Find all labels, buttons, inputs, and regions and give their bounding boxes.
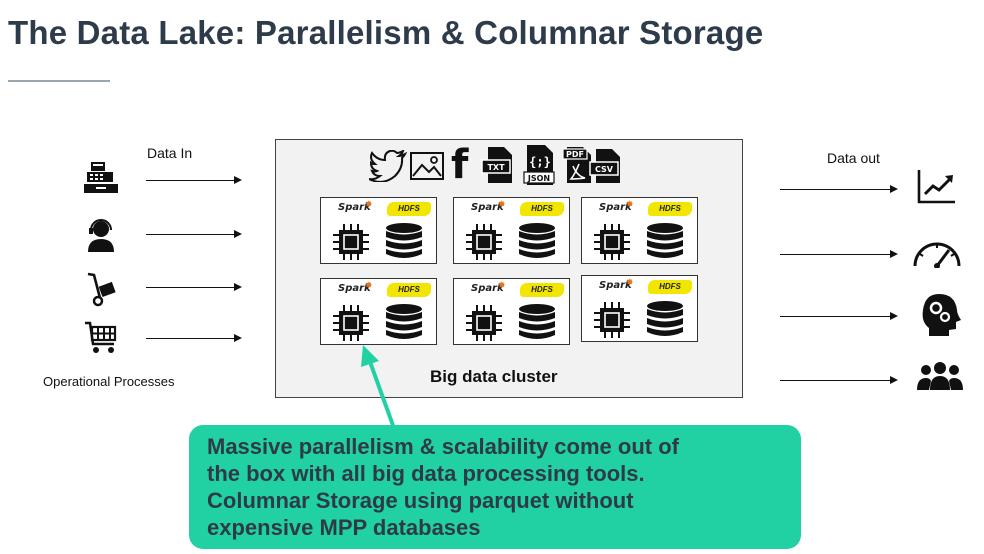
callout-box: Massive parallelism & scalability come o…	[189, 425, 801, 549]
hand-truck-icon	[87, 272, 116, 307]
head-gears-icon	[922, 294, 961, 336]
txt-file-icon: TXT	[481, 147, 512, 183]
group-icon	[917, 362, 963, 390]
spark-star-icon: ✸	[626, 277, 634, 287]
csv-file-icon: CSV	[589, 149, 620, 183]
page-title: The Data Lake: Parallelism & Columnar St…	[8, 14, 764, 51]
spark-star-icon: ✸	[498, 199, 506, 209]
cash-register-icon	[84, 162, 118, 193]
hdfs-logo: HDFS	[648, 202, 692, 216]
data-out-arrow-4	[780, 375, 898, 384]
database-icon	[519, 304, 555, 339]
shopping-cart-icon	[85, 321, 117, 353]
spark-star-icon: ✸	[626, 199, 634, 209]
pdf-label: PDF	[566, 150, 584, 159]
cpu-chip-icon	[333, 305, 369, 341]
hdfs-logo: HDFS	[387, 202, 431, 216]
data-in-arrow-3	[146, 282, 242, 291]
data-in-arrow-2	[146, 229, 242, 238]
hdfs-logo: HDFS	[520, 202, 564, 216]
hdfs-logo: HDFS	[520, 283, 564, 297]
facebook-icon: f	[451, 142, 469, 188]
spark-star-icon: ✸	[365, 199, 373, 209]
cluster-node-1: Spark ✸ HDFS	[320, 197, 437, 264]
callout-text: Massive parallelism & scalability come o…	[207, 434, 679, 540]
database-icon	[386, 223, 422, 258]
cluster-label: Big data cluster	[430, 367, 558, 386]
cpu-chip-icon	[594, 224, 630, 260]
cpu-chip-icon	[333, 224, 369, 260]
cluster-node-4: Spark ✸ HDFS	[320, 278, 437, 345]
cluster-node-5: Spark ✸ HDFS	[453, 278, 570, 345]
cpu-chip-icon	[466, 224, 502, 260]
database-icon	[519, 223, 555, 258]
cpu-chip-icon	[466, 305, 502, 341]
data-out-arrow-1	[780, 184, 898, 193]
data-out-arrow-3	[780, 311, 898, 320]
gauge-icon	[913, 242, 961, 268]
line-chart-icon	[917, 170, 955, 204]
hdfs-logo: HDFS	[387, 283, 431, 297]
data-in-arrow-4	[146, 333, 242, 342]
database-icon	[386, 304, 422, 339]
json-file-icon: {;} JSON	[523, 145, 555, 185]
svg-text:{;}: {;}	[529, 155, 551, 169]
txt-label: TXT	[487, 163, 505, 172]
database-icon	[647, 301, 683, 336]
callout-pointer-arrow	[361, 345, 397, 432]
data-in-label: Data In	[147, 145, 193, 161]
spark-star-icon: ✸	[365, 280, 373, 290]
database-icon	[647, 223, 683, 258]
customer-support-icon	[88, 219, 114, 252]
cluster-node-6: Spark ✸ HDFS	[581, 275, 698, 342]
operational-processes-label: Operational Processes	[43, 374, 175, 389]
cluster-node-2: Spark ✸ HDFS	[453, 197, 570, 264]
twitter-icon	[369, 150, 407, 182]
hdfs-logo: HDFS	[648, 280, 692, 294]
csv-label: CSV	[595, 165, 614, 174]
cluster-node-3: Spark ✸ HDFS	[581, 197, 698, 264]
data-out-arrow-2	[780, 249, 898, 258]
title-underline	[8, 80, 110, 82]
data-in-arrow-1	[146, 175, 242, 184]
image-icon	[410, 152, 444, 180]
cpu-chip-icon	[594, 302, 630, 338]
data-out-label: Data out	[827, 150, 880, 166]
json-label: JSON	[527, 174, 550, 183]
spark-star-icon: ✸	[498, 280, 506, 290]
